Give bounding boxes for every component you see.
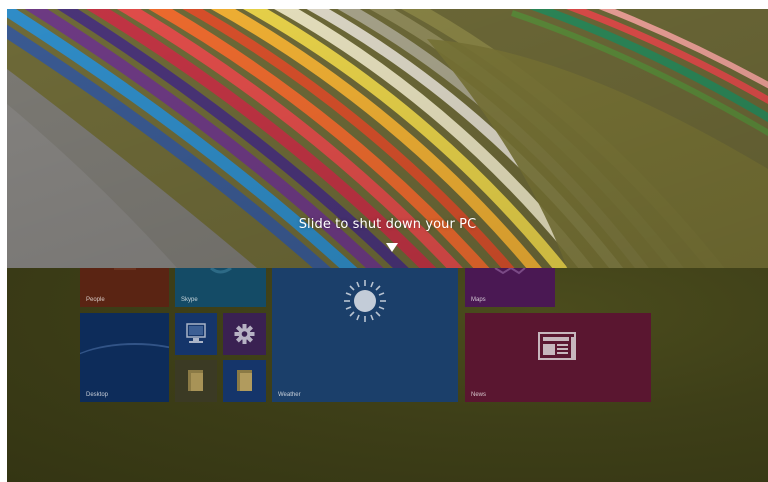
start-screen: People Skype Maps Desktop Weather News	[7, 268, 768, 482]
tile-label: Skype	[181, 297, 198, 303]
screen: People Skype Maps Desktop Weather News S…	[7, 9, 768, 482]
tile-label: People	[86, 297, 105, 303]
tile-label: Desktop	[86, 392, 109, 398]
tile-maps[interactable]: Maps	[465, 268, 555, 307]
this-pc-icon	[186, 323, 206, 343]
tile-folder[interactable]	[175, 360, 217, 402]
tile-weather[interactable]: Weather	[272, 268, 458, 402]
gear-icon	[234, 324, 255, 344]
file-explorer-icon	[237, 370, 252, 391]
news-icon	[538, 332, 576, 360]
folder-icon	[188, 370, 203, 391]
tile-pc-settings[interactable]	[223, 313, 266, 355]
tile-file-explorer[interactable]	[223, 360, 266, 402]
tile-label: Weather	[278, 392, 301, 398]
sun-icon	[344, 280, 386, 322]
slide-to-shutdown-text: Slide to shut down your PC	[298, 217, 477, 232]
tile-this-pc[interactable]	[175, 313, 217, 355]
tile-news[interactable]: News	[465, 313, 651, 402]
tile-desktop[interactable]: Desktop	[80, 313, 169, 402]
tile-people[interactable]: People	[80, 268, 169, 307]
tile-label: News	[471, 392, 487, 398]
shutdown-slider-panel[interactable]: Slide to shut down your PC	[7, 9, 768, 268]
tile-label: Maps	[471, 297, 486, 303]
down-arrow-icon[interactable]	[386, 243, 398, 252]
tile-skype[interactable]: Skype	[175, 268, 266, 307]
